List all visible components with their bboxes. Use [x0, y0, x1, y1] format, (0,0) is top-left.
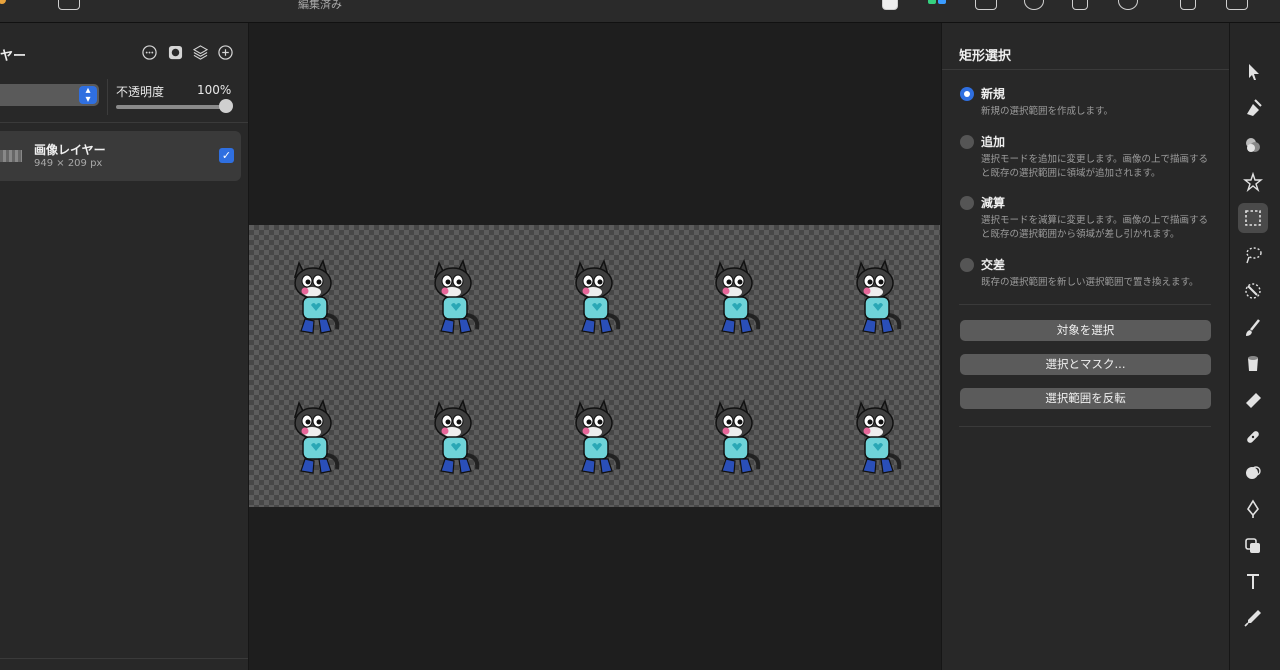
- cat-sprite-frame: [283, 257, 347, 341]
- color-adjust-tool-icon[interactable]: [1238, 130, 1268, 160]
- selection-mode-intersect[interactable]: 交差 既存の選択範囲を新しい選択範囲で置き換えます。: [960, 256, 1220, 288]
- invert-selection-button[interactable]: 選択範囲を反転: [960, 388, 1211, 409]
- opacity-label: 不透明度: [116, 85, 165, 99]
- clone-tool-icon[interactable]: [1238, 458, 1268, 488]
- image-canvas[interactable]: [249, 225, 940, 507]
- lasso-select-tool-icon[interactable]: [1238, 240, 1268, 270]
- radio-button[interactable]: [960, 258, 974, 272]
- inspector-toggle-icon[interactable]: [1226, 0, 1248, 10]
- text-tool-icon[interactable]: [1238, 567, 1268, 597]
- cat-sprite-frame: [704, 397, 768, 481]
- magic-wand-tool-icon[interactable]: [1238, 276, 1268, 306]
- divider: [942, 69, 1229, 70]
- selection-mode-new[interactable]: 新規 新規の選択範囲を作成します。: [960, 85, 1220, 117]
- window-zoom-button[interactable]: [0, 0, 6, 4]
- paint-select-tool-icon[interactable]: [1238, 93, 1268, 123]
- divider: [0, 658, 248, 659]
- eraser-tool-icon[interactable]: [1238, 386, 1268, 416]
- select-arrows-icon: ▴ ▾: [79, 86, 97, 105]
- properties-panel: 矩形選択 新規 新規の選択範囲を作成します。 追加 選択モードを追加に変更します…: [941, 23, 1229, 670]
- radio-description: 選択モードを追加に変更します。画像の上で描画すると既存の選択範囲に領域が追加され…: [981, 154, 1209, 179]
- opacity-slider-knob[interactable]: [219, 99, 233, 113]
- rectangle-select-tool-icon[interactable]: [1238, 203, 1268, 233]
- radio-label: 減算: [981, 196, 1006, 210]
- radio-button[interactable]: [960, 87, 974, 101]
- color-well-blue[interactable]: [938, 0, 946, 4]
- radio-description: 選択モードを減算に変更します。画像の上で描画すると既存の選択範囲から領域が差し引…: [981, 215, 1209, 240]
- adjust-icon[interactable]: [1024, 0, 1044, 10]
- color-well-green[interactable]: [928, 0, 936, 4]
- selection-mode-subtract[interactable]: 減算 選択モードを減算に変更します。画像の上で描画すると既存の選択範囲から領域が…: [960, 194, 1220, 240]
- layer-dimensions: 949 × 209 px: [34, 158, 103, 169]
- export-icon[interactable]: [1180, 0, 1196, 10]
- radio-description: 新規の選択範囲を作成します。: [981, 106, 1114, 117]
- cat-sprite-frame: [564, 397, 628, 481]
- radio-button[interactable]: [960, 196, 974, 210]
- selection-mode-add[interactable]: 追加 選択モードを追加に変更します。画像の上で描画すると既存の選択範囲に領域が追…: [960, 133, 1220, 179]
- cat-sprite-frame: [423, 397, 487, 481]
- cat-sprite-frame: [845, 257, 909, 341]
- shape-tool-icon[interactable]: [1238, 531, 1268, 561]
- color-swatch-icon[interactable]: [882, 0, 898, 10]
- blend-mode-select[interactable]: ▴ ▾: [0, 84, 99, 106]
- retouch-tool-icon[interactable]: [1238, 422, 1268, 452]
- radio-description: 既存の選択範囲を新しい選択範囲で置き換えます。: [981, 277, 1199, 288]
- select-subject-button[interactable]: 対象を選択: [960, 320, 1211, 341]
- divider: [0, 122, 248, 123]
- pen-tool-icon[interactable]: [1238, 494, 1268, 524]
- tool-bar: [1229, 23, 1280, 670]
- fill-tool-icon[interactable]: [1238, 349, 1268, 379]
- divider: [959, 304, 1211, 305]
- crop-icon[interactable]: [975, 0, 997, 10]
- document-status: 編集済み: [298, 0, 342, 11]
- title-bar: 編集済み: [0, 0, 1280, 23]
- divider: [107, 79, 108, 115]
- cat-sprite-frame: [845, 397, 909, 481]
- opacity-value: 100%: [197, 83, 232, 97]
- color-picker-tool-icon[interactable]: [1238, 603, 1268, 633]
- tool-title: 矩形選択: [959, 49, 1012, 64]
- layers-panel: ヤー ▴ ▾ 不透明度 100% 画像レイヤー 949 × 209 px ✓: [0, 23, 249, 670]
- cat-sprite-frame: [423, 257, 487, 341]
- more-options-icon[interactable]: [142, 45, 157, 60]
- layers-stack-icon[interactable]: [193, 45, 208, 60]
- layers-panel-title: ヤー: [0, 49, 27, 64]
- cat-sprite-frame: [704, 257, 768, 341]
- mask-icon[interactable]: [168, 45, 183, 60]
- cat-sprite-frame: [283, 397, 347, 481]
- radio-label: 交差: [981, 258, 1006, 272]
- arrange-tool-icon[interactable]: [1238, 57, 1268, 87]
- brush-tool-icon[interactable]: [1238, 313, 1268, 343]
- cat-sprite-frame: [564, 257, 628, 341]
- radio-label: 新規: [981, 87, 1006, 101]
- layer-row-image[interactable]: 画像レイヤー 949 × 209 px ✓: [0, 131, 241, 181]
- radio-label: 追加: [981, 135, 1006, 149]
- sidebar-toggle-icon[interactable]: [58, 0, 80, 10]
- add-layer-icon[interactable]: [218, 45, 233, 60]
- divider: [959, 426, 1211, 427]
- more-icon[interactable]: [1118, 0, 1138, 10]
- layer-visibility-checkbox[interactable]: ✓: [219, 148, 234, 163]
- effects-tool-icon[interactable]: [1238, 167, 1268, 197]
- canvas-area[interactable]: [249, 23, 940, 670]
- opacity-slider[interactable]: [116, 105, 232, 109]
- share-icon[interactable]: [1072, 0, 1088, 10]
- layer-thumbnail: [0, 150, 22, 162]
- radio-button[interactable]: [960, 135, 974, 149]
- select-and-mask-button[interactable]: 選択とマスク...: [960, 354, 1211, 375]
- layer-name: 画像レイヤー: [34, 143, 106, 157]
